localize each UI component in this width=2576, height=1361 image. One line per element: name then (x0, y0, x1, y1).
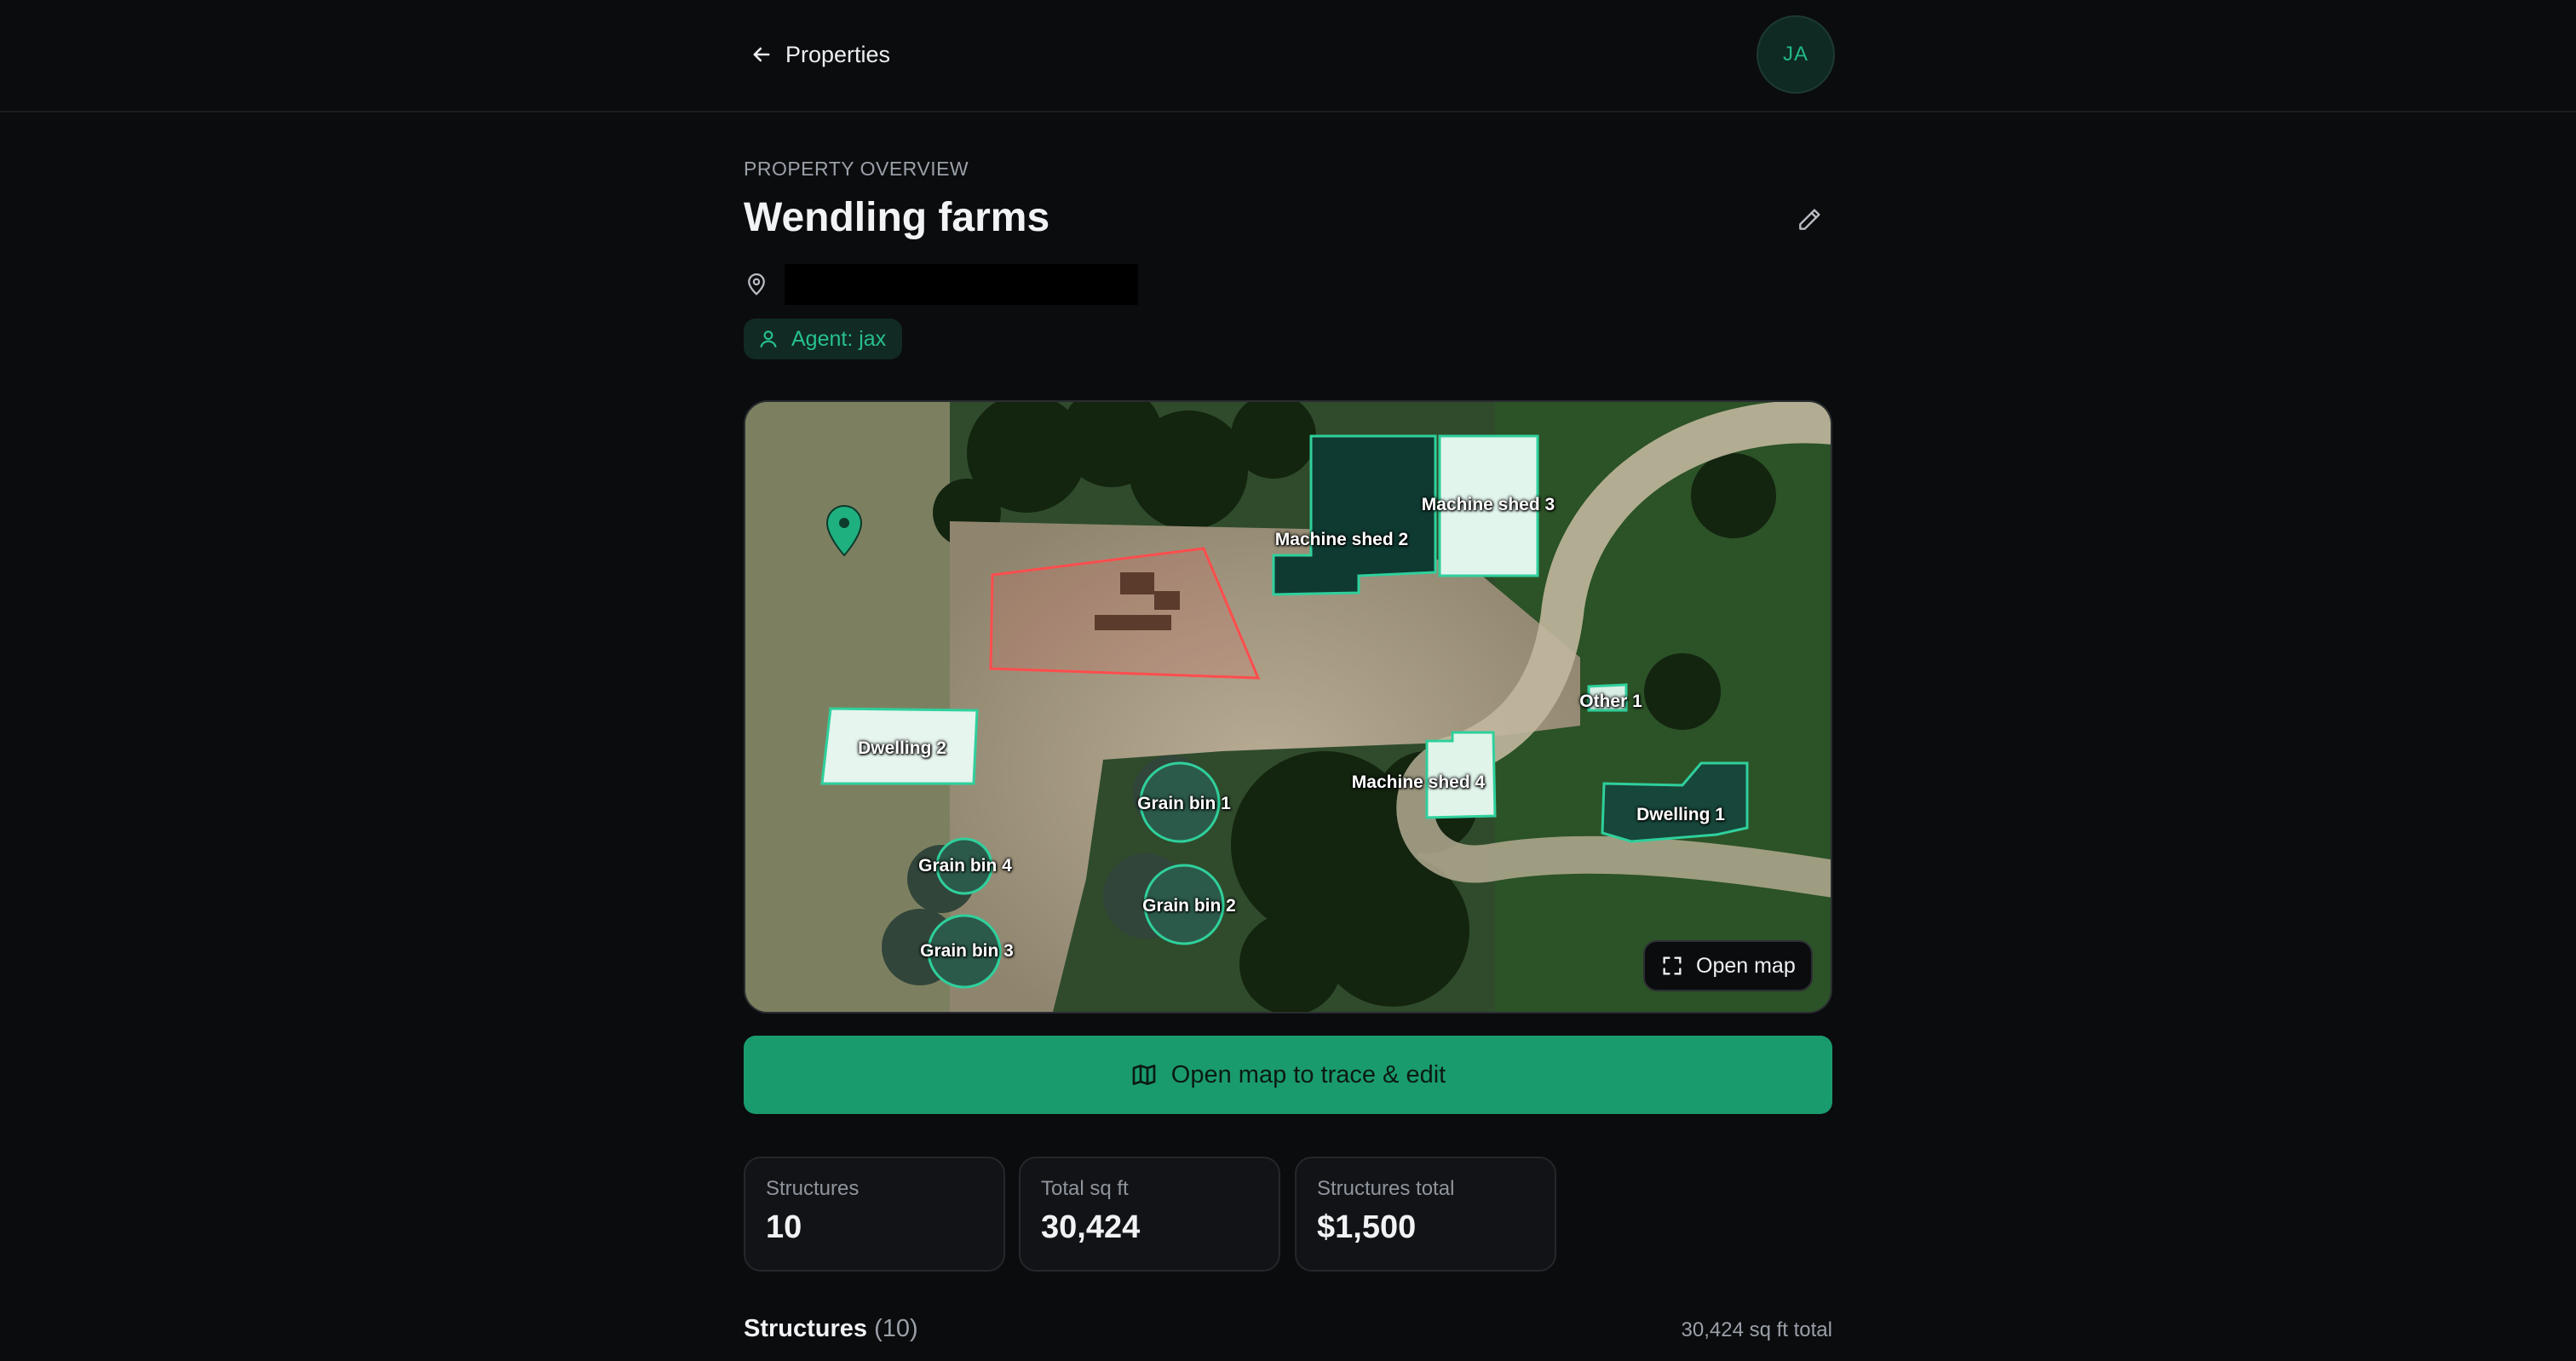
map-pin-icon (748, 273, 765, 296)
open-map-label: Open map (1696, 953, 1796, 978)
map-label-other-1[interactable]: Other 1 (1579, 692, 1642, 712)
expand-icon (1663, 956, 1682, 975)
redacted-address (785, 264, 1138, 305)
map-label-grain-bin-2[interactable]: Grain bin 2 (1142, 896, 1236, 916)
map-label-grain-bin-3[interactable]: Grain bin 3 (920, 941, 1014, 962)
satellite-map[interactable]: Machine shed 2 Machine shed 3 Machine sh… (744, 400, 1832, 1014)
stat-value: 10 (766, 1209, 802, 1245)
stat-label: Structures (766, 1177, 860, 1200)
page-eyebrow: PROPERTY OVERVIEW (744, 158, 969, 180)
map-label-grain-bin-4[interactable]: Grain bin 4 (918, 856, 1012, 876)
stat-value: $1,500 (1317, 1209, 1417, 1245)
user-avatar[interactable]: JA (1757, 15, 1835, 94)
map-label-machine-shed-4[interactable]: Machine shed 4 (1352, 772, 1485, 793)
map-label-machine-shed-3[interactable]: Machine shed 3 (1422, 495, 1555, 515)
stat-card-structures-total: Structures total $1,500 (1295, 1157, 1556, 1272)
agent-badge: Agent: jax (744, 319, 902, 359)
cta-label: Open map to trace & edit (1170, 1060, 1446, 1088)
property-address-row (744, 264, 1138, 305)
pencil-icon (1799, 209, 1820, 230)
stat-card-total-sq-ft: Total sq ft 30,424 (1019, 1157, 1280, 1272)
stat-value: 30,424 (1041, 1209, 1141, 1245)
property-title: Wendling farms (744, 195, 1050, 240)
structures-total-sqft: 30,424 sq ft total (1681, 1318, 1832, 1341)
back-link-label: Properties (785, 41, 891, 67)
open-map-trace-edit-button[interactable]: Open map to trace & edit (744, 1036, 1832, 1114)
top-bar: Properties JA (0, 0, 2576, 112)
section-title-text: Structures (744, 1315, 868, 1342)
satellite-imagery (745, 402, 1831, 1012)
map-label-dwelling-2[interactable]: Dwelling 2 (858, 738, 946, 759)
stat-card-structures: Structures 10 (744, 1157, 1005, 1272)
back-to-properties-link[interactable]: Properties (750, 37, 890, 72)
section-count: (10) (874, 1315, 918, 1342)
map-label-machine-shed-2[interactable]: Machine shed 2 (1275, 530, 1408, 550)
open-map-button[interactable]: Open map (1643, 940, 1813, 991)
structures-section-title: Structures (10) (744, 1315, 918, 1343)
edit-property-button[interactable] (1792, 203, 1826, 237)
map-label-dwelling-1[interactable]: Dwelling 1 (1636, 805, 1725, 825)
arrow-left-icon (753, 47, 770, 62)
stat-label: Total sq ft (1041, 1177, 1129, 1200)
stat-label: Structures total (1317, 1177, 1455, 1200)
map-icon (1132, 1065, 1156, 1085)
agent-label: Agent: jax (791, 326, 887, 351)
user-icon (760, 330, 777, 348)
map-label-grain-bin-1[interactable]: Grain bin 1 (1137, 794, 1231, 814)
